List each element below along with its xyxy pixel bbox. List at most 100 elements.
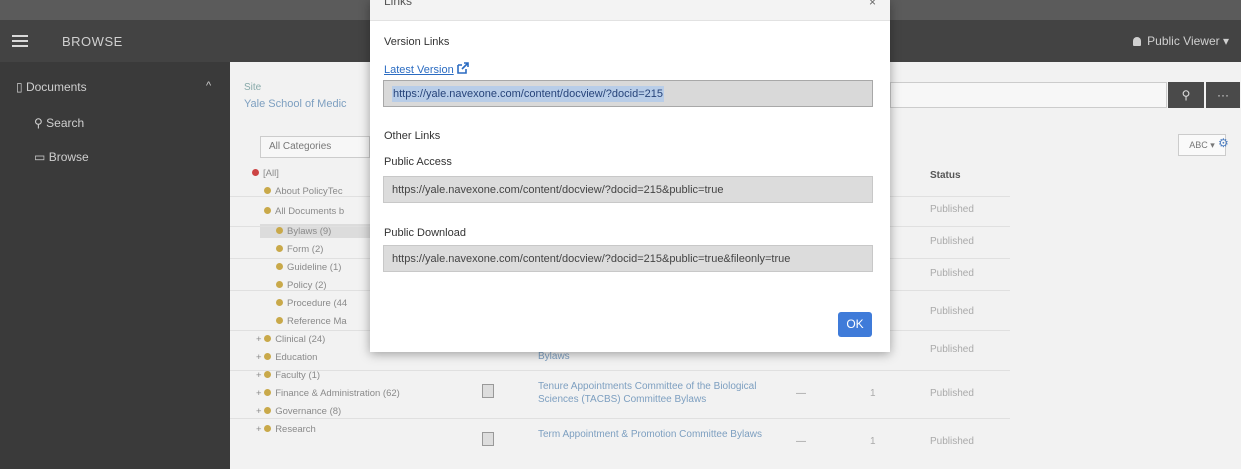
row-divider [230, 418, 1010, 419]
dialog-title: Links [384, 0, 413, 8]
category-dot-icon [276, 317, 283, 324]
status-cell: Published [930, 436, 974, 447]
status-cell: Published [930, 344, 974, 355]
tree-item-label: Education [275, 352, 318, 363]
dash-cell: — [796, 436, 806, 447]
row-divider [230, 370, 1010, 371]
user-icon [1133, 37, 1142, 46]
tree-item-label: Faculty (1) [275, 370, 321, 381]
close-icon[interactable]: × [869, 0, 876, 9]
tree-item[interactable]: All Documents b [264, 206, 344, 217]
public-access-label: Public Access [384, 156, 452, 168]
category-dot-icon [276, 299, 283, 306]
latest-version-label: Latest Version [384, 64, 454, 76]
public-access-url-field[interactable]: https://yale.navexone.com/content/docvie… [383, 176, 873, 203]
category-dot-icon [276, 263, 283, 270]
user-menu[interactable]: Public Viewer ▾ [1133, 34, 1229, 48]
count-cell: 1 [870, 436, 876, 447]
sidebar-documents[interactable]: ▯ Documents [16, 80, 87, 94]
tree-item[interactable]: Reference Ma [276, 316, 347, 327]
tree-item-label: Research [275, 424, 316, 435]
category-dot-icon [252, 169, 259, 176]
status-cell: Published [930, 388, 974, 399]
hamburger-menu-icon[interactable] [12, 32, 28, 50]
tree-item[interactable]: + Finance & Administration (62) [256, 388, 400, 399]
status-column-header[interactable]: Status [930, 170, 961, 181]
status-cell: Published [930, 236, 974, 247]
tree-item-label: All Documents b [275, 206, 345, 217]
site-label: Site [244, 82, 262, 93]
latest-version-link[interactable]: Latest Version [384, 62, 469, 76]
latest-version-url: https://yale.navexone.com/content/docvie… [392, 86, 664, 102]
site-name[interactable]: Yale School of Medic [244, 98, 347, 110]
sidebar-documents-label: Documents [25, 80, 87, 94]
latest-version-url-field[interactable]: https://yale.navexone.com/content/docvie… [383, 80, 873, 107]
collapse-caret-icon[interactable]: ^ [206, 80, 211, 92]
search-icon: ⚲ [1181, 88, 1191, 102]
tree-item[interactable]: Guideline (1) [276, 262, 341, 273]
version-links-heading: Version Links [384, 36, 450, 48]
document-icon[interactable] [482, 432, 494, 446]
category-dot-icon [264, 187, 271, 194]
category-dot-icon [264, 389, 272, 396]
category-dot-icon [276, 227, 283, 234]
sort-label: ABC [1189, 140, 1208, 150]
dash-cell: — [796, 388, 806, 399]
document-title-link[interactable]: Tenure Appointments Committee of the Bio… [538, 380, 768, 406]
dialog-header: Links × [370, 0, 890, 21]
count-cell: 1 [870, 388, 876, 399]
links-dialog: Links × Version Links Latest Version htt… [370, 0, 890, 352]
search-icon: ⚲ [34, 116, 43, 130]
status-cell: Published [930, 204, 974, 215]
page-title: BROWSE [62, 34, 123, 49]
tree-item-label: Finance & Administration (62) [275, 388, 400, 399]
tree-item-label: Governance (8) [275, 406, 342, 417]
category-dot-icon [276, 281, 283, 288]
status-cell: Published [930, 268, 974, 279]
tree-item-label: [All] [263, 168, 279, 179]
category-dot-icon [264, 425, 272, 432]
tree-item[interactable]: [All] [252, 168, 279, 179]
tree-item[interactable]: Form (2) [276, 244, 323, 255]
category-select[interactable]: All Categories [260, 136, 370, 158]
ellipsis-icon: ··· [1217, 88, 1229, 102]
external-link-icon [456, 62, 469, 74]
more-options-button[interactable]: ··· [1206, 82, 1240, 108]
public-download-url-field[interactable]: https://yale.navexone.com/content/docvie… [383, 245, 873, 272]
public-download-label: Public Download [384, 227, 466, 239]
category-dot-icon [264, 371, 272, 378]
tree-item-label: Form (2) [287, 244, 324, 255]
gear-icon[interactable]: ⚙ [1218, 136, 1229, 150]
search-button[interactable]: ⚲ [1168, 82, 1204, 108]
ok-button[interactable]: OK [838, 312, 872, 337]
category-dot-icon [264, 353, 272, 360]
sidebar-item-label: Browse [48, 150, 89, 164]
status-cell: Published [930, 306, 974, 317]
sidebar: ▯ Documents ^ ⚲ Search ▭ Browse [0, 62, 230, 469]
tree-item-label: Procedure (44 [287, 298, 348, 309]
tree-item-label: Reference Ma [287, 316, 347, 327]
sidebar-item-label: Search [46, 116, 85, 130]
tree-item[interactable]: Procedure (44 [276, 298, 347, 309]
tree-item[interactable]: Bylaws (9) [276, 226, 331, 237]
document-title-link[interactable]: Term Appointment & Promotion Committee B… [538, 428, 768, 441]
tree-item-label: Clinical (24) [275, 334, 326, 345]
category-dot-icon [264, 335, 272, 342]
other-links-heading: Other Links [384, 130, 441, 142]
user-name: Public Viewer [1147, 34, 1220, 48]
tree-item[interactable]: + Research [256, 424, 316, 435]
tree-item[interactable]: + Clinical (24) [256, 334, 325, 345]
document-icon[interactable] [482, 384, 494, 398]
tree-item-label: Bylaws (9) [287, 226, 332, 237]
category-dot-icon [264, 407, 272, 414]
search-input[interactable] [890, 82, 1167, 108]
document-icon: ▯ [16, 80, 23, 94]
tree-item[interactable]: + Governance (8) [256, 406, 341, 417]
category-dot-icon [276, 245, 283, 252]
tree-item[interactable]: + Education [256, 352, 317, 363]
sidebar-item-search[interactable]: ⚲ Search [34, 116, 84, 130]
tree-item[interactable]: + Faculty (1) [256, 370, 320, 381]
sidebar-item-browse[interactable]: ▭ Browse [34, 150, 89, 164]
folder-icon: ▭ [34, 150, 46, 164]
category-dot-icon [264, 207, 271, 214]
